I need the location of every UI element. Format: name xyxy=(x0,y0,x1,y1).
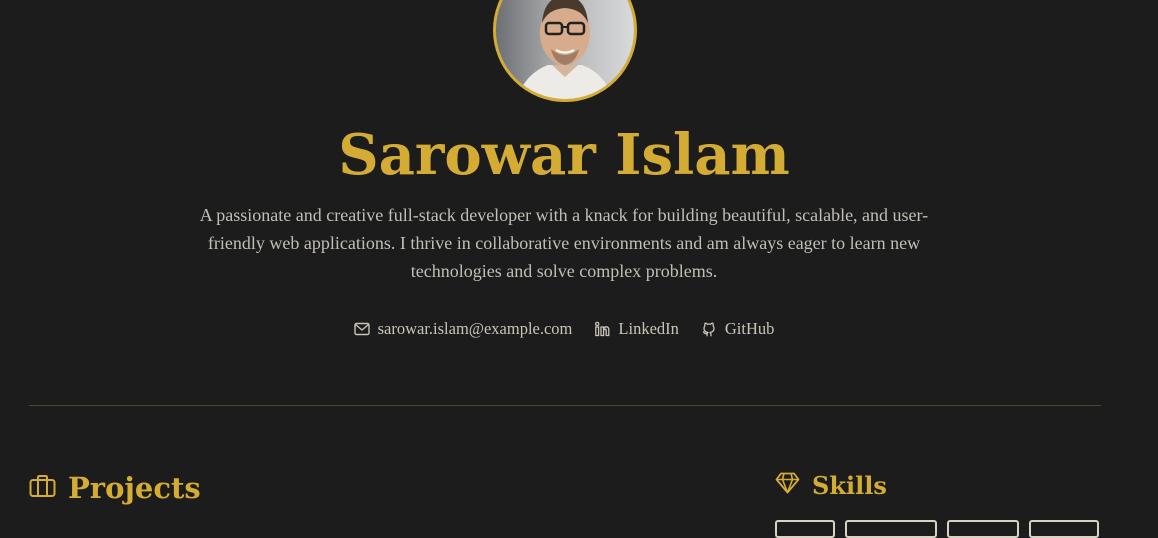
avatar xyxy=(493,0,637,102)
email-link[interactable]: sarowar.islam@example.com xyxy=(353,318,573,340)
github-icon xyxy=(701,321,717,337)
linkedin-icon xyxy=(594,321,610,337)
github-label: GitHub xyxy=(724,319,775,338)
mail-icon xyxy=(353,322,370,336)
diamond-icon xyxy=(775,469,800,503)
skill-tags xyxy=(775,520,1099,538)
profile-photo xyxy=(496,0,634,99)
email-label: sarowar.islam@example.com xyxy=(377,319,573,338)
skill-tag xyxy=(1029,520,1099,538)
projects-heading: Projects xyxy=(29,468,201,508)
profile-bio: A passionate and creative full-stack dev… xyxy=(199,205,929,281)
profile-name: Sarowar Islam xyxy=(338,122,790,188)
briefcase-icon xyxy=(29,468,56,508)
skills-title: Skills xyxy=(812,471,887,500)
github-link[interactable]: GitHub xyxy=(701,318,775,340)
projects-title: Projects xyxy=(68,471,201,505)
linkedin-link[interactable]: LinkedIn xyxy=(594,318,679,340)
skills-heading: Skills xyxy=(775,469,887,503)
linkedin-label: LinkedIn xyxy=(618,319,679,338)
contact-links: sarowar.islam@example.com LinkedIn GitHu… xyxy=(0,318,1128,340)
skill-tag xyxy=(947,520,1019,538)
skill-tag xyxy=(775,520,835,538)
section-divider xyxy=(29,405,1101,406)
skill-tag xyxy=(845,520,937,538)
